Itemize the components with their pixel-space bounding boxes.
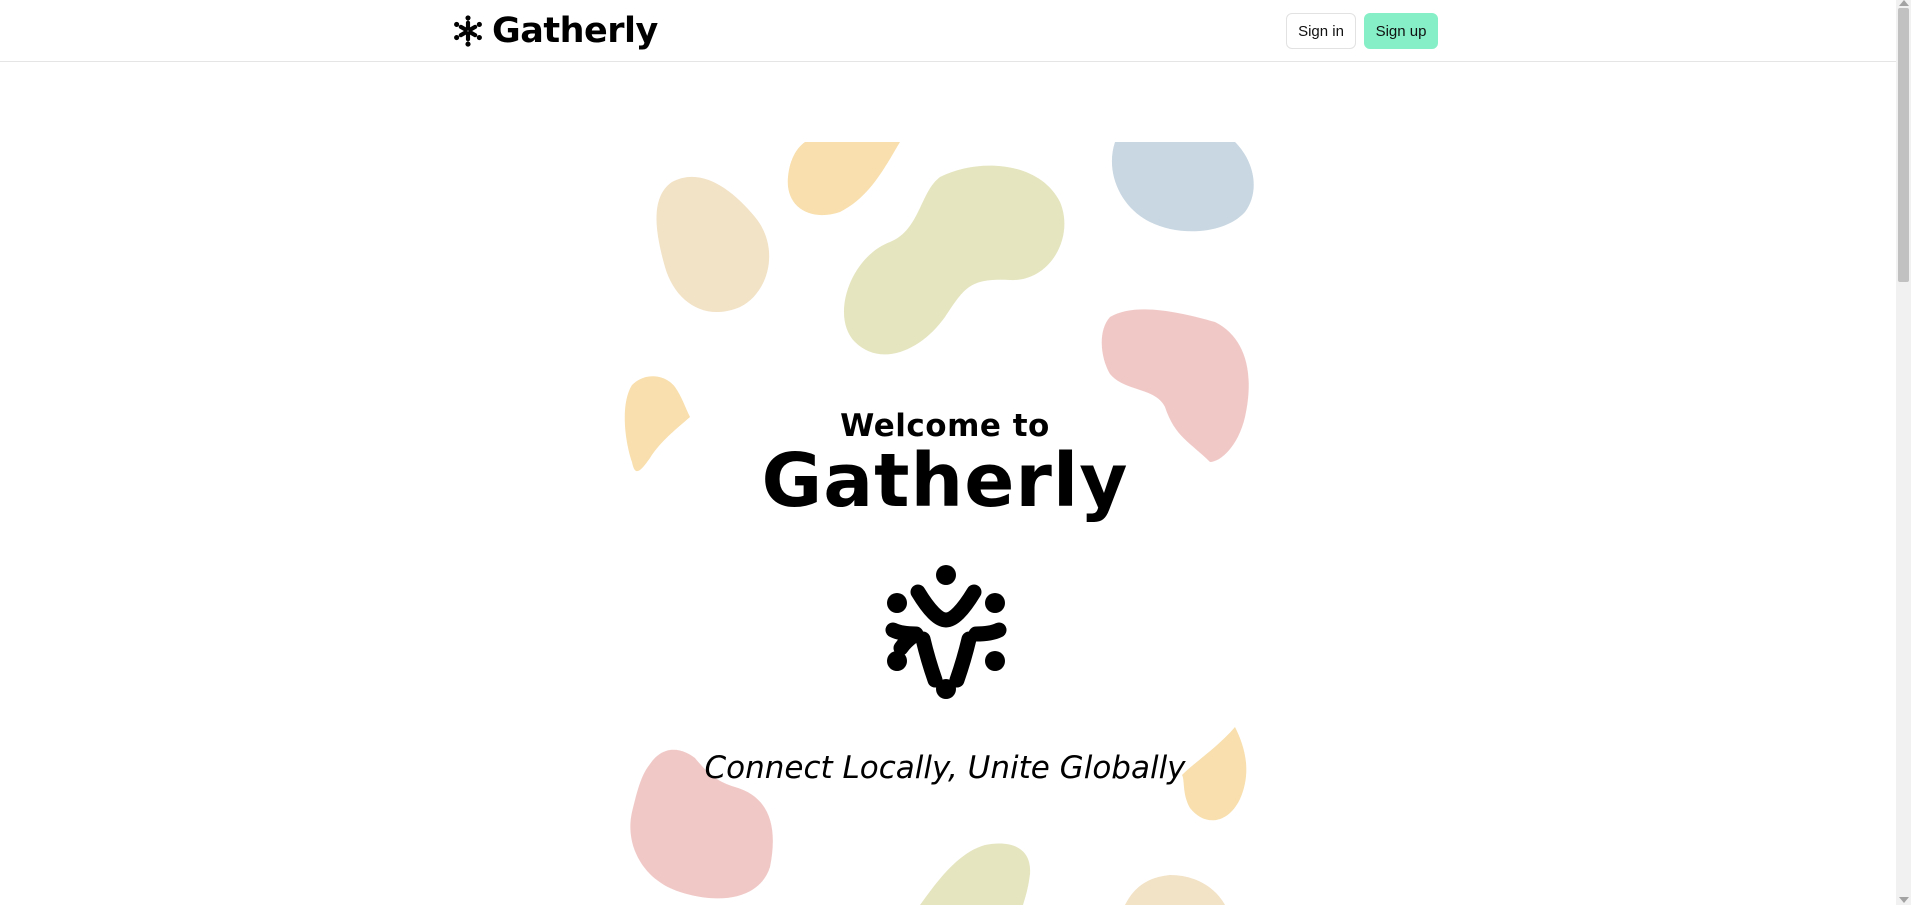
hero-title: Gatherly [761,438,1129,524]
hero-section: Welcome to Gatherly Connect Locally, Uni… [620,142,1260,905]
brand-home-link[interactable]: Gatherly [452,10,658,52]
blob-green-top-center [843,165,1065,355]
blob-green-bottom [920,843,1031,905]
tagline: Connect Locally, Unite Globally [704,750,1186,786]
blob-beige-top-left [656,176,770,313]
blob-beige-bottom-right [1125,875,1225,905]
sign-up-button[interactable]: Sign up [1364,13,1438,49]
blob-orange-top [787,142,900,216]
gatherly-logo-icon [454,15,482,47]
scroll-up-arrow-icon[interactable] [1899,0,1909,6]
page: Gatherly Sign in Sign up Welcome to Gath… [0,0,1896,905]
gatherly-hero-logo-icon [885,565,1007,699]
vertical-scrollbar[interactable] [1896,0,1911,905]
brand-name: Gatherly [492,11,658,51]
scroll-down-arrow-icon[interactable] [1899,897,1909,903]
sign-in-button[interactable]: Sign in [1286,13,1356,49]
top-navbar: Gatherly Sign in Sign up [0,0,1896,62]
scrollbar-thumb[interactable] [1898,8,1909,282]
blob-blue-top-right [1111,142,1254,232]
